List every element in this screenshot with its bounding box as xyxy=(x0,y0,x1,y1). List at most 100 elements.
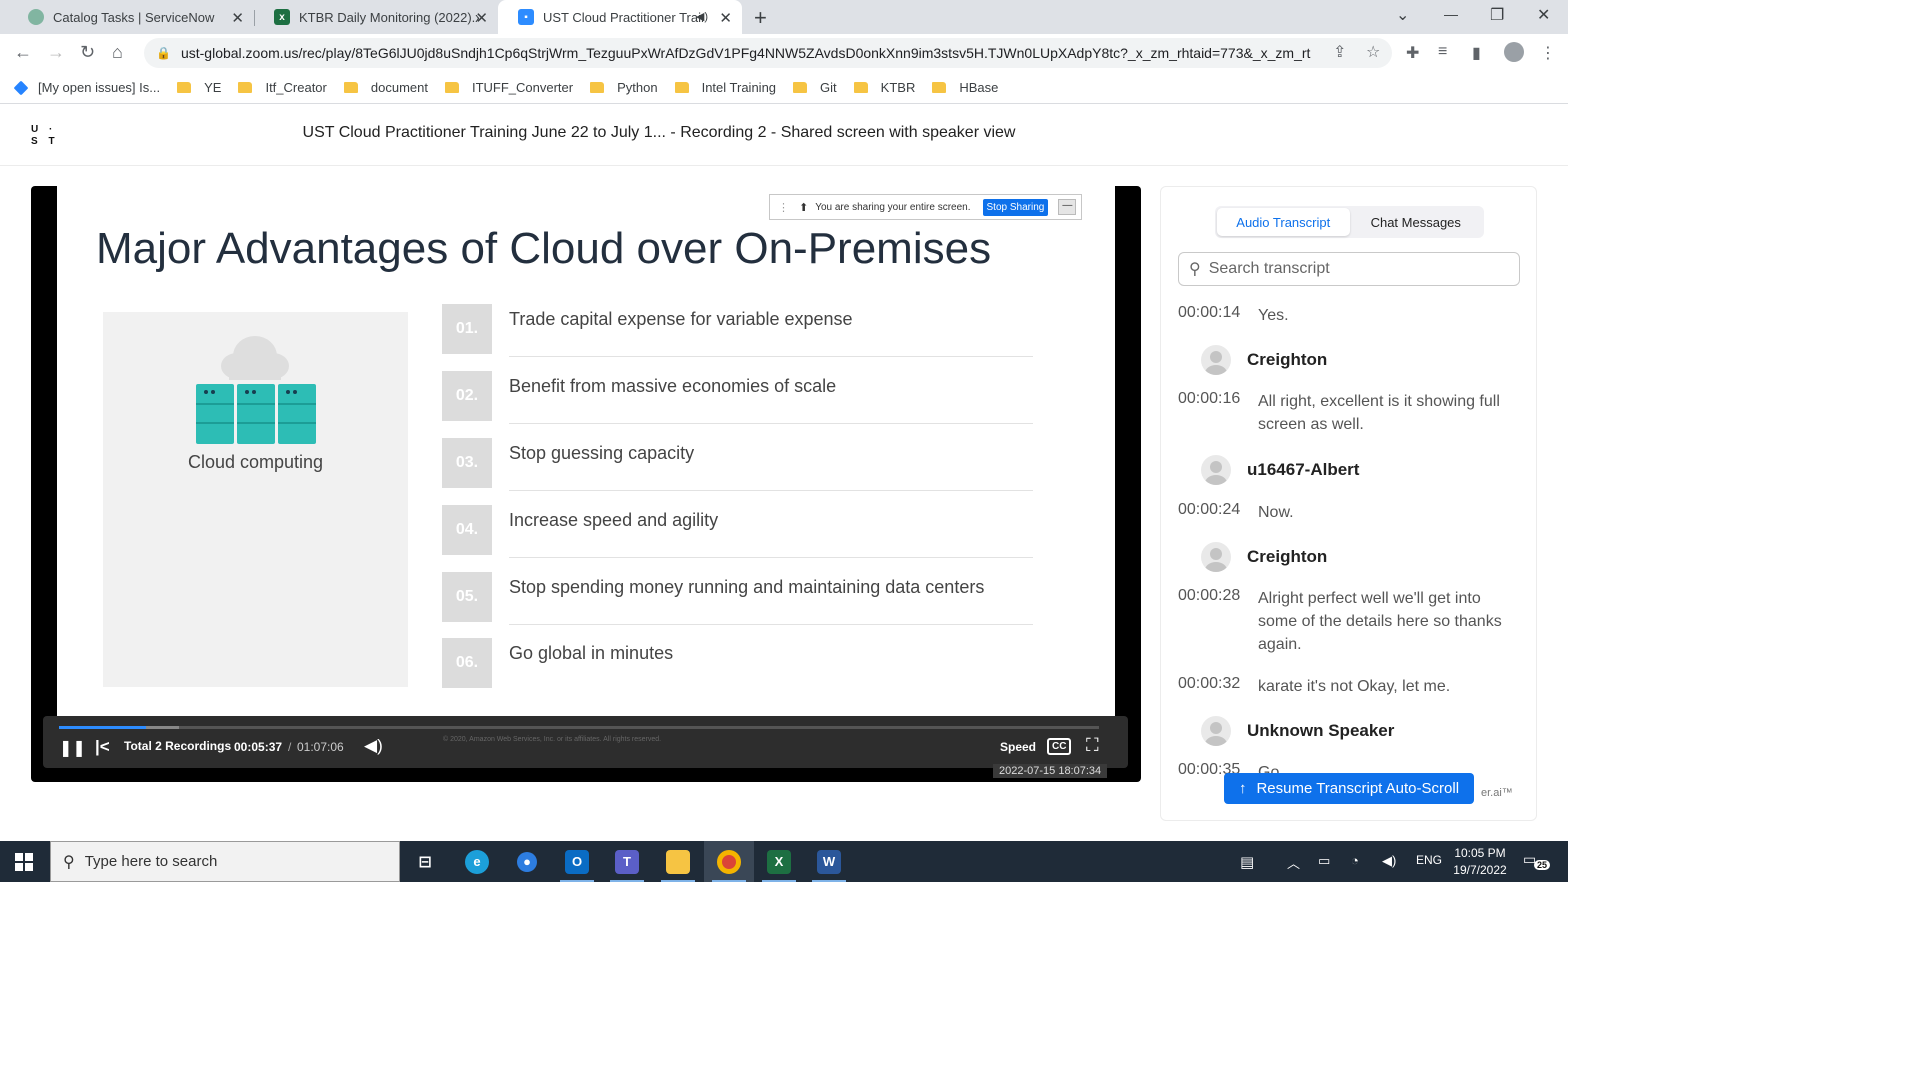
advantage-text: Benefit from massive economies of scale xyxy=(509,376,837,396)
tray-chevron-icon[interactable]: ︿ xyxy=(1287,853,1300,872)
restore-icon[interactable]: ❐ xyxy=(1490,5,1504,25)
previous-recording-icon[interactable]: |< xyxy=(95,737,110,757)
bookmark-ye[interactable]: YE xyxy=(177,80,221,95)
task-view-icon[interactable]: ⊟ xyxy=(400,841,450,882)
server-rack-icon xyxy=(196,384,316,444)
news-widget-icon[interactable]: ▤ xyxy=(1240,853,1254,871)
chrome-icon[interactable] xyxy=(704,841,754,882)
new-tab-button[interactable]: + xyxy=(754,5,767,31)
minimize-icon[interactable]: — xyxy=(1444,6,1458,22)
resume-auto-scroll-button[interactable]: ↑ Resume Transcript Auto-Scroll xyxy=(1224,773,1474,804)
tab-audio-transcript[interactable]: Audio Transcript xyxy=(1217,208,1350,236)
tab-title: UST Cloud Practitioner Training xyxy=(543,9,703,25)
advantage-text: Stop guessing capacity xyxy=(509,443,695,463)
wifi-icon[interactable]: ◔ xyxy=(1351,853,1359,868)
back-icon[interactable]: ← xyxy=(14,42,32,63)
bookmark-itf-creator[interactable]: Itf_Creator xyxy=(238,80,327,95)
slide-title: Major Advantages of Cloud over On-Premis… xyxy=(96,224,992,273)
speaker-name: Unknown Speaker xyxy=(1247,721,1395,740)
battery-icon[interactable]: ▭ xyxy=(1318,853,1330,869)
home-icon[interactable]: ⌂ xyxy=(112,42,123,63)
close-tab-icon[interactable]: ✕ xyxy=(719,9,732,27)
speaker-avatar-icon xyxy=(1201,716,1231,746)
outlook-icon[interactable]: O xyxy=(552,841,602,882)
progress-bar[interactable] xyxy=(59,726,1099,729)
bookmark-document[interactable]: document xyxy=(343,80,428,95)
folder-icon xyxy=(177,82,192,93)
clock[interactable]: 10:05 PM 19/7/2022 xyxy=(1438,845,1522,879)
tab-title: Catalog Tasks | ServiceNow xyxy=(53,9,215,25)
notification-icon[interactable]: ▭ 25 xyxy=(1523,851,1551,871)
tab-search-chevron-icon[interactable]: ⌄ xyxy=(1396,5,1409,25)
entry-timestamp: 00:00:16 xyxy=(1178,390,1241,407)
share-icon[interactable]: ⇪ xyxy=(1333,42,1346,62)
excel-taskbar-icon[interactable]: X xyxy=(754,841,804,882)
volume-icon[interactable]: ◀) xyxy=(364,736,383,756)
tab-ktbr-excel[interactable]: x KTBR Daily Monitoring (2022).xlsx ✕ xyxy=(254,0,498,34)
entry-text: Yes. xyxy=(1258,307,1289,324)
file-explorer-icon[interactable] xyxy=(653,841,703,882)
bookmark-ktbr[interactable]: KTBR xyxy=(853,80,916,95)
advantage-text: Trade capital expense for variable expen… xyxy=(509,309,853,329)
audio-playing-icon[interactable]: ◀) xyxy=(696,10,708,23)
total-recordings[interactable]: Total 2 Recordings xyxy=(124,739,231,753)
teams-icon[interactable]: T xyxy=(602,841,652,882)
close-tab-icon[interactable]: ✕ xyxy=(475,9,488,27)
pause-icon[interactable]: ❚❚ xyxy=(59,738,86,758)
bookmark-label: YE xyxy=(204,80,222,95)
bookmark-git[interactable]: Git xyxy=(793,80,837,95)
excel-icon: x xyxy=(274,9,290,25)
divider xyxy=(509,557,1033,558)
search-input[interactable] xyxy=(1208,260,1499,278)
bookmark-jira-issues[interactable]: [My open issues] Is... xyxy=(13,80,160,95)
tab-servicenow[interactable]: Catalog Tasks | ServiceNow ✕ xyxy=(8,0,255,34)
transcript-entry[interactable]: 00:00:16 All right, excellent is it show… xyxy=(1178,390,1518,436)
maps-icon[interactable]: ● xyxy=(502,841,552,882)
transcript-entry[interactable]: 00:00:24 Now. xyxy=(1178,501,1518,524)
folder-icon xyxy=(238,82,253,93)
bookmark-ituff-converter[interactable]: ITUFF_Converter xyxy=(444,80,573,95)
close-tab-icon[interactable]: ✕ xyxy=(231,9,244,27)
speaker-icon[interactable]: ◀) xyxy=(1382,853,1396,869)
entry-text: karate it's not Okay, let me. xyxy=(1258,678,1451,695)
zoom-icon: ▪ xyxy=(518,9,534,25)
media-control-icon[interactable]: ≡ xyxy=(1438,43,1447,61)
edge-icon[interactable]: e xyxy=(452,841,502,882)
profile-avatar-icon[interactable] xyxy=(1504,42,1524,62)
speaker-name: Creighton xyxy=(1247,547,1328,566)
advantage-number: 01. xyxy=(442,304,492,354)
menu-icon[interactable]: ⋮ xyxy=(1540,43,1556,63)
word-icon[interactable]: W xyxy=(804,841,854,882)
tab-zoom-recording[interactable]: ▪ UST Cloud Practitioner Training ◀) ✕ xyxy=(498,0,742,34)
folder-icon xyxy=(853,82,868,93)
cloud-icon xyxy=(221,336,289,380)
clock-date: 19/7/2022 xyxy=(1453,863,1507,877)
transcript-entry[interactable]: 00:00:32 karate it's not Okay, let me. xyxy=(1178,675,1518,698)
closed-caption-icon[interactable]: CC xyxy=(1047,738,1072,755)
advantage-number: 06. xyxy=(442,638,492,688)
video-player[interactable]: ⋮ ⬆ You are sharing your entire screen. … xyxy=(31,186,1141,782)
tab-chat-messages[interactable]: Chat Messages xyxy=(1350,208,1483,236)
address-url: ust-global.zoom.us/rec/play/8TeG6lJU0jd8… xyxy=(180,45,1311,61)
fullscreen-icon[interactable]: ⛶ xyxy=(1086,735,1099,756)
side-panel-icon[interactable]: ▮ xyxy=(1472,43,1481,63)
transcript-search[interactable]: ⚲ xyxy=(1178,252,1520,286)
transcript-entry[interactable]: 00:00:14 Yes. xyxy=(1178,304,1518,327)
extensions-icon[interactable]: ✚ xyxy=(1406,43,1419,63)
bookmark-label: Itf_Creator xyxy=(265,80,327,95)
windows-start-icon[interactable] xyxy=(15,853,33,871)
address-bar[interactable]: 🔒 ust-global.zoom.us/rec/play/8TeG6lJU0j… xyxy=(144,38,1392,68)
entry-timestamp: 00:00:32 xyxy=(1178,675,1241,692)
speed-button[interactable]: Speed xyxy=(1000,740,1036,754)
bookmark-label: KTBR xyxy=(880,80,916,95)
bookmark-python[interactable]: Python xyxy=(590,80,658,95)
taskbar-search[interactable]: ⚲ Type here to search xyxy=(50,841,400,882)
bookmark-hbase[interactable]: HBase xyxy=(932,80,998,95)
bookmark-star-icon[interactable]: ☆ xyxy=(1366,42,1380,62)
close-window-icon[interactable]: ✕ xyxy=(1537,5,1550,25)
forward-icon[interactable]: → xyxy=(47,42,65,63)
bookmark-intel-training[interactable]: Intel Training xyxy=(674,80,776,95)
duration: 01:07:06 xyxy=(297,740,344,754)
reload-icon[interactable]: ↻ xyxy=(80,42,95,63)
transcript-entry[interactable]: 00:00:28 Alright perfect well we'll get … xyxy=(1178,587,1518,656)
